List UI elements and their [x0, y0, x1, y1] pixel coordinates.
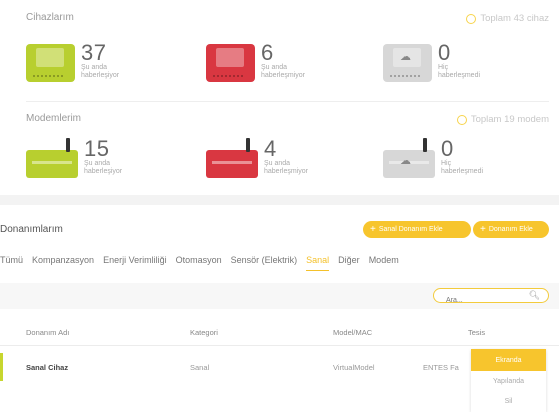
plus-icon: +: [480, 224, 486, 235]
dropdown-item-screen[interactable]: Ekranda: [471, 349, 546, 371]
add-virtual-hardware-button[interactable]: + Sanal Donanım Ekle: [363, 221, 471, 238]
modems-title: Modemlerim: [26, 113, 82, 124]
search-bar: 🔍︎: [0, 283, 559, 309]
tab-energy-efficiency[interactable]: Enerji Verimliliği: [103, 255, 167, 271]
cell-name[interactable]: Sanal Cihaz: [26, 363, 68, 372]
devices-title: Cihazlarım: [26, 12, 74, 23]
modems-communicating[interactable]: 15 Şu anda haberleşiyor: [26, 138, 122, 178]
cloud-icon: ☁: [400, 155, 411, 167]
cell-facility: ENTES Fa: [423, 363, 459, 372]
devices-communicating[interactable]: 37 Şu anda haberleşiyor: [26, 42, 119, 82]
modem-icon: ☁: [383, 138, 435, 178]
tab-modem[interactable]: Modem: [369, 255, 399, 271]
info-icon: [466, 13, 477, 24]
column-header-category[interactable]: Kategori: [190, 328, 218, 337]
row-status-bar: [0, 353, 3, 381]
cell-model: VirtualModel: [333, 363, 375, 372]
cell-category: Sanal: [190, 363, 210, 372]
devices-never-communicated[interactable]: ☁ 0 Hiç haberleşmedi: [383, 42, 480, 82]
modem-icon: [26, 138, 78, 178]
modems-not-communicating[interactable]: 4 Şu anda haberleşmiyor: [206, 138, 308, 178]
table-divider: [0, 345, 559, 346]
section-divider: [26, 101, 549, 102]
dropdown-item-delete[interactable]: Sil: [471, 391, 546, 411]
hardware-title: Donanımlarım: [0, 224, 63, 235]
cloud-icon: ☁: [400, 51, 411, 63]
table-header: Donanım Adı Kategori Model/MAC Tesis: [0, 318, 559, 348]
add-hardware-button[interactable]: + Donanım Ekle: [473, 221, 549, 238]
tab-virtual[interactable]: Sanal: [306, 255, 330, 271]
column-header-name[interactable]: Donanım Adı: [26, 328, 69, 337]
devices-not-communicating[interactable]: 6 Şu anda haberleşmiyor: [206, 42, 305, 82]
search-box: 🔍︎: [433, 288, 549, 307]
hardware-card: Donanımlarım + Sanal Donanım Ekle + Dona…: [0, 205, 559, 412]
modem-icon: [206, 138, 258, 178]
search-input[interactable]: [446, 294, 536, 307]
devices-total[interactable]: Toplam 43 cihaz: [466, 13, 549, 24]
modems-total[interactable]: Toplam 19 modem: [456, 114, 549, 125]
tab-sensor-electric[interactable]: Sensör (Elektrik): [231, 255, 298, 271]
column-header-model[interactable]: Model/MAC: [333, 328, 372, 337]
modems-never-communicated[interactable]: ☁ 0 Hiç haberleşmedi: [383, 138, 483, 178]
device-icon: ☁: [383, 44, 432, 82]
tab-all[interactable]: Tümü: [0, 255, 23, 271]
column-header-facility[interactable]: Tesis: [468, 328, 485, 337]
device-icon: [26, 44, 75, 82]
row-actions-dropdown: Ekranda Yapılanda Sil: [471, 349, 546, 412]
summary-card: Cihazlarım Toplam 43 cihaz 37 Şu anda ha…: [0, 0, 559, 195]
tab-automation[interactable]: Otomasyon: [176, 255, 222, 271]
tab-compensation[interactable]: Kompanzasyon: [32, 255, 94, 271]
device-icon: [206, 44, 255, 82]
info-icon: [456, 114, 467, 125]
search-icon[interactable]: 🔍︎: [529, 290, 540, 301]
tab-other[interactable]: Diğer: [338, 255, 360, 271]
plus-icon: +: [370, 224, 376, 235]
category-tabs: Tümü Kompanzasyon Enerji Verimliliği Oto…: [0, 255, 399, 271]
dropdown-item-configure[interactable]: Yapılanda: [471, 371, 546, 391]
